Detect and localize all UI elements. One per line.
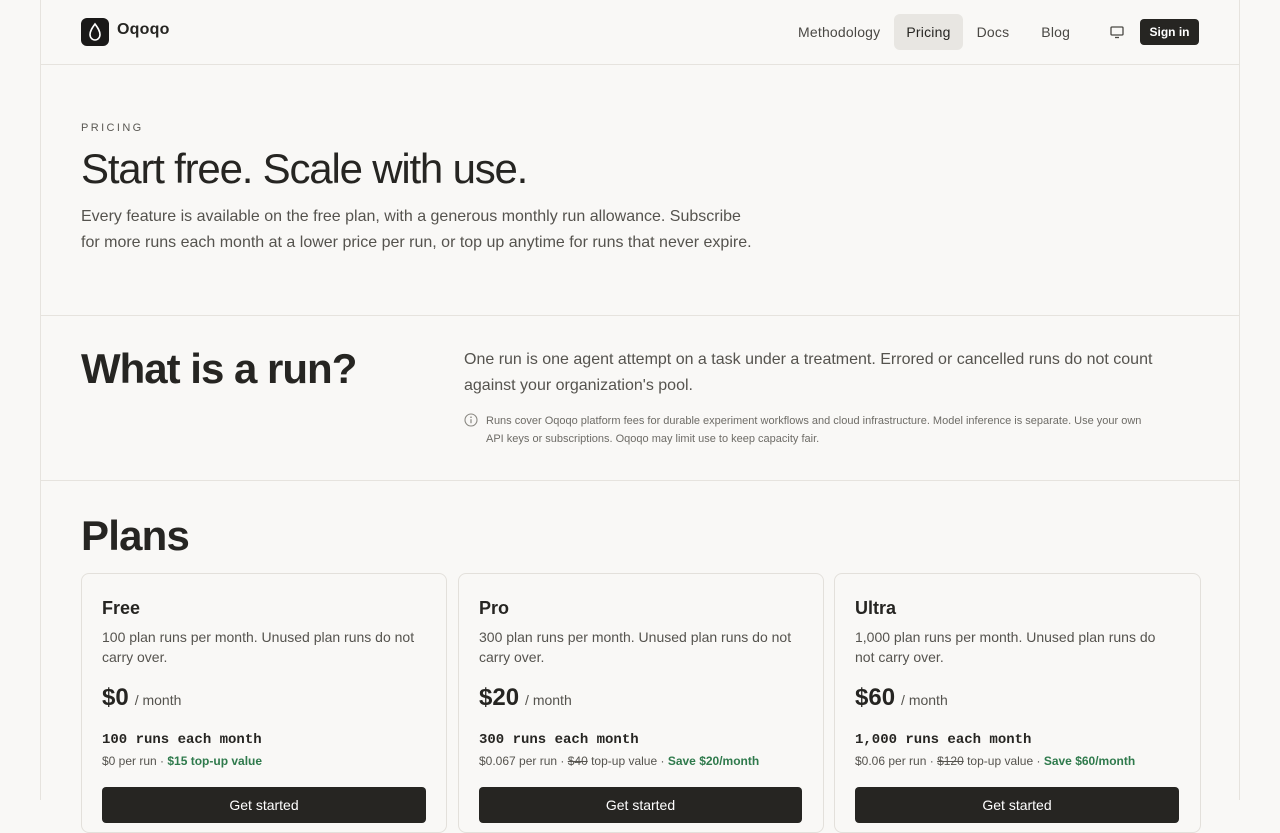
- save-amount: $15 top-up value: [167, 754, 263, 768]
- plan-description: 100 plan runs per month. Unused plan run…: [102, 629, 415, 665]
- original-topup-price: $120: [937, 754, 964, 768]
- nav-blog[interactable]: Blog: [1029, 14, 1082, 50]
- get-started-button[interactable]: Get started: [102, 787, 426, 823]
- get-started-button[interactable]: Get started: [479, 787, 802, 823]
- per-run-price: $0.067 per run: [479, 754, 558, 768]
- run-section-title: What is a run?: [81, 345, 357, 392]
- meta-separator: ·: [926, 754, 938, 768]
- plan-meta: $0.067 per run · $40 top-up value · Save…: [479, 754, 759, 768]
- per-run-price: $0.06 per run: [855, 754, 927, 768]
- plan-card-pro: Pro 300 plan runs per month. Unused plan…: [458, 573, 824, 833]
- info-icon: [464, 413, 478, 427]
- per-run-price: $0 per run: [102, 754, 157, 768]
- nav-pricing[interactable]: Pricing: [894, 14, 963, 50]
- original-topup-price: $40: [567, 754, 588, 768]
- pricing-hero: PRICING Start free. Scale with use. Ever…: [41, 65, 1239, 316]
- run-note: Runs cover Oqoqo platform fees for durab…: [486, 415, 1142, 445]
- price-amount: $20: [479, 684, 520, 711]
- plan-runs: 100 runs each month: [102, 732, 262, 748]
- main-nav: Methodology Pricing Docs Blog: [786, 14, 1082, 50]
- topup-value-label: top-up value: [963, 754, 1034, 768]
- get-started-button[interactable]: Get started: [855, 787, 1179, 823]
- price-amount: $0: [102, 684, 129, 711]
- plan-price: $60 / month: [855, 684, 948, 712]
- plan-meta: $0.06 per run · $120 top-up value · Save…: [855, 754, 1135, 768]
- run-description: One run is one agent attempt on a task u…: [464, 351, 1153, 394]
- page-title: Start free. Scale with use.: [81, 145, 528, 192]
- plan-price: $0 / month: [102, 684, 181, 712]
- plan-name: Ultra: [855, 598, 897, 618]
- plan-description: 300 plan runs per month. Unused plan run…: [479, 629, 792, 665]
- plans-title: Plans: [81, 512, 190, 559]
- meta-separator: ·: [557, 754, 568, 768]
- price-period: / month: [134, 692, 182, 708]
- what-is-a-run-section: What is a run? One run is one agent atte…: [41, 316, 1239, 481]
- hero-description: Every feature is available on the free p…: [81, 208, 752, 251]
- droplet-logo-icon[interactable]: [81, 18, 109, 46]
- plan-description: 1,000 plan runs per month. Unused plan r…: [855, 629, 1156, 665]
- meta-separator: ·: [156, 754, 168, 768]
- plan-name: Pro: [479, 598, 510, 618]
- topup-value-label: top-up value: [587, 754, 658, 768]
- save-amount: Save $20/month: [667, 754, 760, 768]
- monitor-icon[interactable]: [1109, 24, 1125, 40]
- price-amount: $60: [855, 684, 896, 711]
- sign-in-button[interactable]: Sign in: [1140, 19, 1199, 45]
- plan-meta: $0 per run · $15 top-up value: [102, 754, 262, 768]
- meta-separator: ·: [1033, 754, 1044, 768]
- save-amount: Save $60/month: [1043, 754, 1136, 768]
- nav-methodology[interactable]: Methodology: [786, 14, 892, 50]
- plan-name: Free: [102, 598, 141, 618]
- plan-card-ultra: Ultra 1,000 plan runs per month. Unused …: [834, 573, 1201, 833]
- plan-runs: 300 runs each month: [479, 732, 639, 748]
- plan-runs: 1,000 runs each month: [855, 732, 1032, 748]
- brand-name[interactable]: Oqoqo: [117, 21, 170, 39]
- meta-separator: ·: [657, 754, 668, 768]
- section-eyebrow: PRICING: [81, 122, 144, 134]
- nav-docs[interactable]: Docs: [965, 14, 1022, 50]
- page-frame: Oqoqo Methodology Pricing Docs Blog Sign…: [40, 0, 1240, 833]
- top-navigation-bar: Oqoqo Methodology Pricing Docs Blog Sign…: [41, 0, 1239, 65]
- price-period: / month: [525, 692, 572, 708]
- plan-price: $20 / month: [479, 684, 572, 712]
- plan-card-free: Free 100 plan runs per month. Unused pla…: [81, 573, 447, 833]
- price-period: / month: [901, 692, 948, 708]
